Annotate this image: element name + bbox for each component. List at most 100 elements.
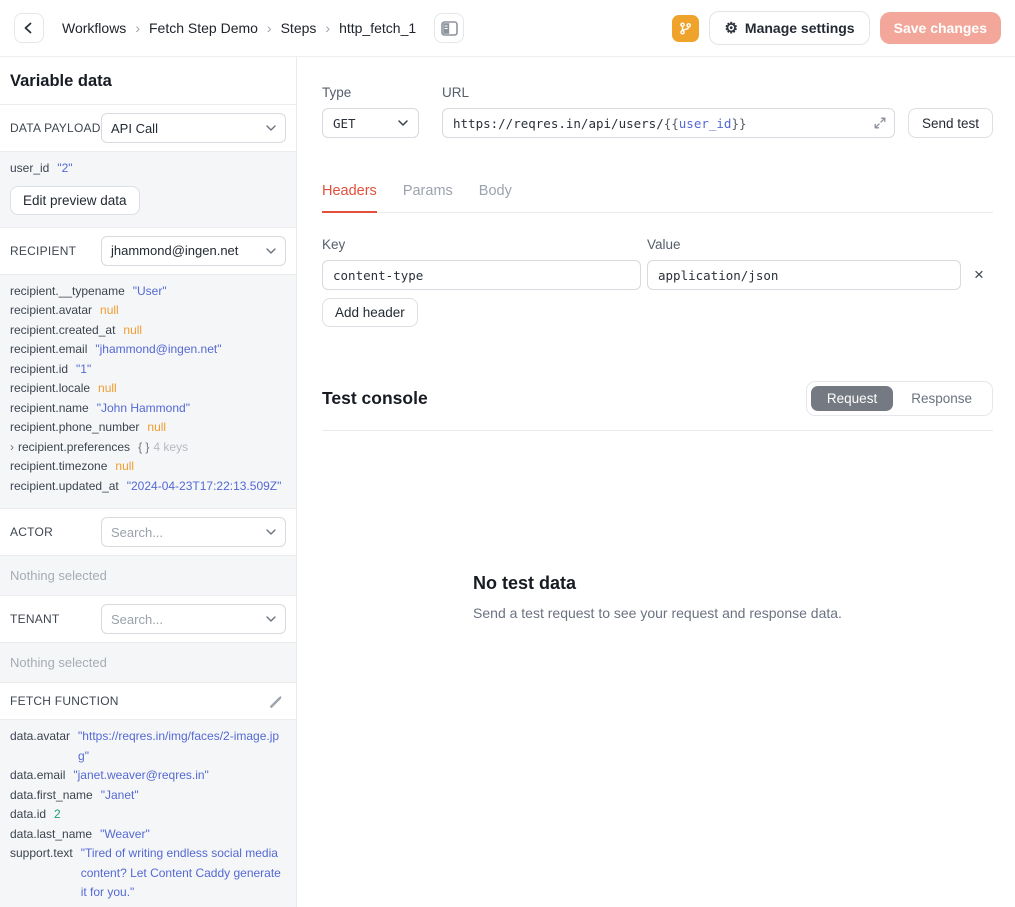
tab[interactable]: Params [403,183,453,213]
tenant-label: TENANT [10,612,59,626]
variable-value: "User" [133,282,286,302]
close-icon: × [974,265,984,284]
edit-preview-data-button[interactable]: Edit preview data [10,186,140,215]
variable-key: support.url [10,903,67,907]
variable-key: recipient.name [10,399,89,419]
workflow-version-badge[interactable] [672,15,699,42]
toggle-option[interactable]: Request [811,386,893,411]
variable-key: data.id [10,805,46,825]
fetch-function-fields: data.avatar "https://reqres.in/img/faces… [0,719,296,907]
variable-value: { }4 keys [138,438,286,458]
variable-key: recipient.updated_at [10,477,119,497]
actor-row: ACTOR Search... [0,509,296,555]
tab[interactable]: Body [479,183,512,213]
variable-value: "https://reqres.in/img/faces/2-image.jpg… [78,727,286,766]
method-select[interactable]: GET [322,108,419,138]
url-value: https://reqres.in/api/users/{{user_id}} [453,116,747,131]
variable-value: "https://contentcaddy.io?utm_source=reqr… [75,903,286,907]
send-test-button[interactable]: Send test [908,108,993,138]
chevron-left-icon [22,21,36,35]
breadcrumb-item[interactable]: http_fetch_1 [339,20,416,36]
empty-state-subtitle: Send a test request to see your request … [473,605,842,621]
variable-key: recipient.email [10,340,87,360]
manage-settings-button[interactable]: ⚙ Manage settings [709,11,869,45]
variable-value: "Weaver" [100,825,286,845]
breadcrumb: Workflows › Fetch Step Demo › Steps › ht… [62,20,416,36]
recipient-select[interactable]: jhammond@ingen.net [101,236,286,266]
breadcrumb-item[interactable]: Workflows [62,20,126,36]
variable-value: "John Hammond" [97,399,286,419]
variable-key: recipient.locale [10,379,90,399]
variable-value: "1" [76,360,286,380]
variable-row: data.avatar "https://reqres.in/img/faces… [10,727,286,766]
step-editor-main: Type GET URL https://reqres.in/api/users… [297,57,1015,907]
chevron-down-icon [266,616,276,622]
tab[interactable]: Headers [322,183,377,213]
method-value: GET [333,116,356,131]
header-value-input[interactable]: application/json [647,260,961,290]
header-kv-labels: Key Value [322,237,993,252]
variable-key: recipient.preferences [18,438,130,458]
save-changes-button[interactable]: Save changes [880,12,1001,44]
variable-key: data.avatar [10,727,70,747]
chevron-down-icon [266,248,276,254]
expand-chevron-icon[interactable]: › [10,438,14,458]
actor-label: ACTOR [10,525,53,539]
panel-layout-icon [441,21,458,36]
variable-row: data.first_name "Janet" [10,786,286,806]
test-console-title: Test console [322,388,428,409]
data-payload-selected: API Call [111,121,158,136]
variable-key: recipient.avatar [10,301,92,321]
data-payload-fields: user_id "2" Edit preview data [0,151,296,228]
chevron-down-icon [266,529,276,535]
request-tabs: Headers Params Body [322,183,993,213]
variable-key: data.last_name [10,825,92,845]
variable-key: recipient.created_at [10,321,115,341]
variable-row: recipient.locale null [10,379,286,399]
breadcrumb-separator: › [325,20,330,36]
edit-fetch-function-button[interactable] [266,691,286,711]
back-button[interactable] [14,13,44,43]
url-input[interactable]: https://reqres.in/api/users/{{user_id}} [442,108,895,138]
variable-key: recipient.__typename [10,282,125,302]
value-label: Value [647,237,961,252]
actor-select[interactable]: Search... [101,517,286,547]
remove-header-button[interactable]: × [967,266,989,285]
variable-row: recipient.created_at null [10,321,286,341]
toggle-option[interactable]: Response [895,386,988,411]
data-payload-label: DATA PAYLOAD [10,121,101,135]
variable-row: recipient.name "John Hammond" [10,399,286,419]
expand-url-button[interactable] [874,117,886,129]
type-label: Type [322,85,419,100]
recipient-selected: jhammond@ingen.net [111,243,238,258]
header-kv-row: content-type application/json × [322,260,993,290]
sidebar-toggle-button[interactable] [434,13,464,43]
variable-value: "Tired of writing endless social media c… [81,844,286,903]
breadcrumb-item[interactable]: Steps [281,20,317,36]
actor-placeholder: Search... [111,525,163,540]
variable-value: "Janet" [101,786,286,806]
gear-icon: ⚙ [724,21,737,36]
recipient-label: RECIPIENT [10,244,76,258]
recipient-fields: recipient.__typename "User" recipient.av… [0,274,296,510]
variable-row: recipient.email "jhammond@ingen.net" [10,340,286,360]
tenant-empty: Nothing selected [0,642,296,683]
variable-key: recipient.phone_number [10,418,139,438]
variable-key: data.email [10,766,65,786]
pencil-icon [268,693,284,709]
variable-row: data.email "janet.weaver@reqres.in" [10,766,286,786]
variable-row: support.text "Tired of writing endless s… [10,844,286,903]
header-key-input[interactable]: content-type [322,260,641,290]
variable-row: recipient.updated_at "2024-04-23T17:22:1… [10,477,286,497]
tenant-select[interactable]: Search... [101,604,286,634]
actor-empty: Nothing selected [0,555,296,596]
variable-value: "janet.weaver@reqres.in" [73,766,286,786]
variable-row: data.last_name "Weaver" [10,825,286,845]
variable-key: support.text [10,844,73,864]
variable-row: user_id "2" [10,159,286,179]
data-payload-select[interactable]: API Call [101,113,286,143]
breadcrumb-item[interactable]: Fetch Step Demo [149,20,258,36]
variable-value: null [115,457,286,477]
add-header-button[interactable]: Add header [322,298,418,327]
variable-value: "2" [57,159,286,179]
